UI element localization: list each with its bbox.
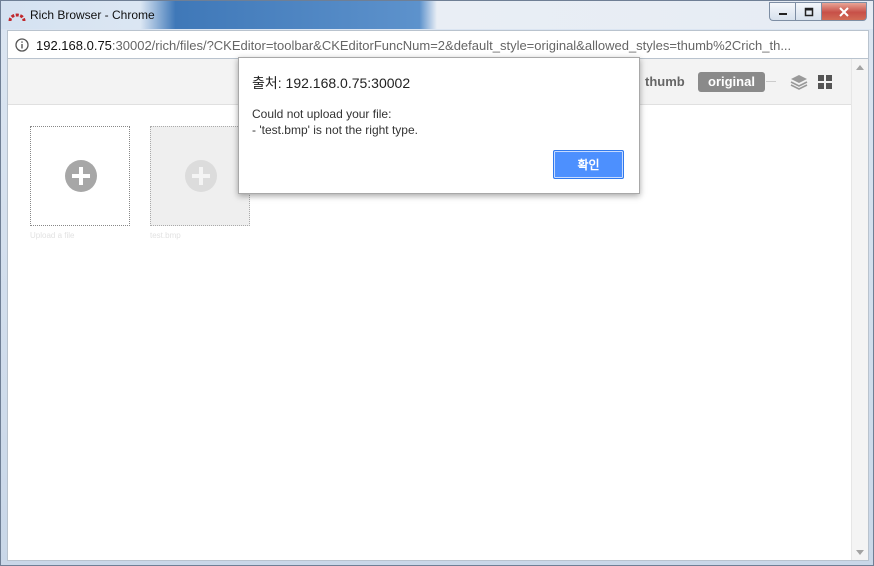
scroll-down-arrow-icon[interactable] [856, 550, 864, 555]
vertical-scrollbar[interactable] [851, 59, 868, 560]
rich-logo-icon [8, 13, 26, 22]
grid-icon[interactable] [818, 75, 832, 89]
info-icon[interactable] [15, 38, 29, 52]
toolbar-separator [766, 81, 776, 82]
maximize-button[interactable] [795, 2, 821, 21]
minimize-button[interactable] [769, 2, 795, 21]
window-title: Rich Browser - Chrome [30, 8, 155, 22]
file-tile[interactable] [150, 126, 250, 226]
browser-window: Rich Browser - Chrome 192.168.0.75:30002… [0, 0, 874, 566]
dialog-title: 출처: 192.168.0.75:30002 [252, 75, 411, 91]
upload-tile-caption: Upload a file [30, 231, 75, 240]
style-option-original[interactable]: original [698, 72, 765, 92]
dialog-message-line-1: Could not upload your file: [252, 107, 392, 121]
url-text[interactable]: 192.168.0.75:30002/rich/files/?CKEditor=… [36, 38, 866, 53]
upload-tile[interactable] [30, 126, 130, 226]
maximize-icon [804, 7, 813, 16]
layers-icon[interactable] [790, 73, 808, 91]
title-bar[interactable]: Rich Browser - Chrome [1, 1, 873, 29]
alert-dialog: 출처: 192.168.0.75:30002 Could not upload … [238, 57, 640, 194]
style-option-thumb[interactable]: thumb [645, 74, 685, 89]
window-controls [769, 2, 867, 21]
close-icon [839, 6, 849, 17]
address-bar[interactable]: 192.168.0.75:30002/rich/files/?CKEditor=… [7, 30, 869, 59]
file-placeholder-icon [185, 160, 217, 192]
ok-button[interactable]: 확인 [553, 150, 624, 179]
close-button[interactable] [821, 2, 867, 21]
url-path: :30002/rich/files/?CKEditor=toolbar&CKEd… [111, 38, 792, 53]
scroll-up-arrow-icon[interactable] [856, 65, 864, 70]
url-host: 192.168.0.75 [36, 38, 112, 53]
add-file-icon [65, 160, 97, 192]
dialog-message: Could not upload your file: - 'test.bmp'… [252, 106, 418, 138]
file-tile-caption: test.bmp [150, 231, 181, 240]
dialog-message-line-2: - 'test.bmp' is not the right type. [252, 123, 418, 137]
minimize-icon [778, 12, 787, 15]
